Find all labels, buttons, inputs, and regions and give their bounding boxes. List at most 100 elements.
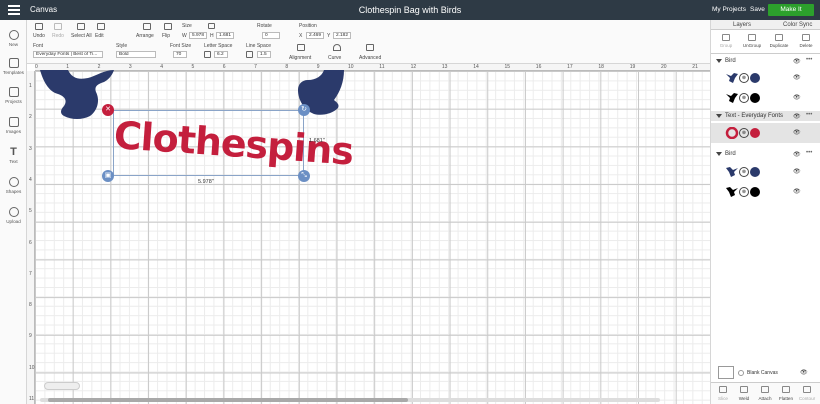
- blank-canvas-row[interactable]: Blank Canvas 👁: [718, 366, 818, 380]
- edit-icon[interactable]: [97, 23, 105, 30]
- collapse-caret-icon[interactable]: [716, 59, 722, 63]
- text-thumb-icon: [725, 127, 739, 139]
- ruler-top: 0 1 2 3 4 5 6 7 8 9 10 11 12 13 14 15 16 17 18 19 20 21: [35, 64, 710, 71]
- ruler-tick-label: 5: [29, 208, 32, 215]
- sidebar-new[interactable]: New: [0, 30, 27, 47]
- curve-icon[interactable]: [333, 44, 341, 51]
- group-button[interactable]: Group: [713, 34, 739, 48]
- alignment-button[interactable]: Alignment: [289, 55, 311, 61]
- operation-icon[interactable]: ⊗: [739, 167, 749, 177]
- rotate-handle-icon[interactable]: ↻: [298, 104, 310, 116]
- sidebar-projects[interactable]: Projects: [0, 87, 27, 104]
- arrange-button[interactable]: Arrange: [136, 33, 154, 39]
- sidebar-templates[interactable]: Templates: [0, 58, 27, 75]
- eye-icon[interactable]: 👁: [793, 113, 801, 120]
- sidebar-images[interactable]: Images: [0, 117, 27, 134]
- letter-space-input[interactable]: 6.2: [214, 51, 228, 58]
- select-all-icon[interactable]: [77, 23, 85, 30]
- more-icon[interactable]: •••: [806, 150, 812, 156]
- tab-layers[interactable]: Layers: [733, 22, 751, 28]
- edit-button[interactable]: Edit: [95, 33, 104, 39]
- color-swatch[interactable]: [750, 187, 760, 197]
- make-it-button[interactable]: Make It: [768, 4, 814, 16]
- line-space-input[interactable]: 1.5: [257, 51, 271, 58]
- advanced-icon[interactable]: [366, 44, 374, 51]
- layer-row[interactable]: ⊗ 👁: [711, 162, 820, 182]
- slice-button[interactable]: Slice: [713, 386, 733, 401]
- collapse-caret-icon[interactable]: [716, 152, 722, 156]
- canvas-swatch[interactable]: [718, 366, 734, 379]
- layer-row[interactable]: ⊗ 👁: [711, 68, 820, 88]
- horizontal-scrollbar[interactable]: [40, 398, 660, 402]
- more-icon[interactable]: •••: [806, 112, 812, 118]
- color-swatch[interactable]: [750, 73, 760, 83]
- sidebar-text[interactable]: T Text: [0, 147, 27, 165]
- eye-icon[interactable]: 👁: [793, 58, 801, 65]
- attach-button[interactable]: Attach: [755, 386, 775, 401]
- save-button[interactable]: Save: [750, 6, 765, 13]
- undo-icon[interactable]: [35, 23, 43, 30]
- ungroup-button[interactable]: UnGroup: [739, 34, 765, 48]
- y-input[interactable]: 2.182: [333, 32, 351, 39]
- color-swatch[interactable]: [750, 128, 760, 138]
- hamburger-menu-icon[interactable]: [8, 5, 20, 15]
- curve-button[interactable]: Curve: [328, 55, 341, 61]
- sidebar-upload[interactable]: Upload: [0, 207, 27, 224]
- eye-off-icon[interactable]: 👁: [800, 369, 808, 376]
- my-projects-link[interactable]: My Projects: [712, 6, 746, 13]
- arrange-icon[interactable]: [143, 23, 151, 30]
- eye-icon[interactable]: 👁: [793, 168, 801, 175]
- delete-button[interactable]: Delete: [793, 34, 819, 48]
- weld-button[interactable]: Weld: [734, 386, 754, 401]
- eye-icon[interactable]: 👁: [793, 188, 801, 195]
- font-label: Font: [33, 43, 44, 49]
- layer-group-text[interactable]: Text - Everyday Fonts 👁 •••: [711, 111, 820, 121]
- ruler-tick-label: 16: [535, 64, 542, 70]
- rotate-input[interactable]: 0: [262, 32, 280, 39]
- x-input[interactable]: 2.469: [306, 32, 324, 39]
- delete-handle-icon[interactable]: ✕: [102, 104, 114, 116]
- flip-icon[interactable]: [164, 23, 172, 30]
- flip-button[interactable]: Flip: [162, 33, 170, 39]
- advanced-button[interactable]: Advanced: [359, 55, 381, 61]
- eye-icon[interactable]: 👁: [793, 151, 801, 158]
- more-icon[interactable]: •••: [806, 57, 812, 63]
- font-size-input[interactable]: 70: [173, 51, 187, 58]
- collapse-caret-icon[interactable]: [716, 114, 722, 118]
- zoom-control[interactable]: [44, 382, 80, 390]
- tab-color-sync[interactable]: Color Sync: [783, 22, 812, 28]
- operation-icon[interactable]: ⊗: [739, 73, 749, 83]
- alignment-icon[interactable]: [297, 44, 305, 51]
- operation-icon[interactable]: ⊗: [739, 93, 749, 103]
- lock-icon[interactable]: [208, 23, 215, 29]
- style-select[interactable]: Bold: [116, 51, 156, 58]
- duplicate-button[interactable]: Duplicate: [766, 34, 792, 48]
- width-input[interactable]: 5.978: [189, 32, 207, 39]
- select-all-button[interactable]: Select All: [71, 33, 92, 39]
- redo-button[interactable]: Redo: [52, 33, 64, 39]
- color-swatch[interactable]: [750, 167, 760, 177]
- layer-row[interactable]: ⊗ 👁: [711, 123, 820, 143]
- layer-group-bird-1[interactable]: Bird 👁 •••: [711, 56, 820, 66]
- ruler-tick-label: 9: [29, 333, 32, 340]
- layer-group-bird-2[interactable]: Bird 👁 •••: [711, 149, 820, 159]
- eye-icon[interactable]: 👁: [793, 94, 801, 101]
- color-swatch[interactable]: [750, 93, 760, 103]
- lock-handle-icon[interactable]: ▣: [102, 170, 114, 182]
- layer-row[interactable]: ⊗ 👁: [711, 88, 820, 108]
- operation-icon[interactable]: ⊗: [739, 128, 749, 138]
- operation-icon[interactable]: ⊗: [739, 187, 749, 197]
- contour-button[interactable]: Contour: [797, 386, 817, 401]
- eye-icon[interactable]: 👁: [793, 74, 801, 81]
- radio-icon[interactable]: [738, 370, 744, 376]
- height-input[interactable]: 1.681: [216, 32, 234, 39]
- sidebar-shapes[interactable]: Shapes: [0, 177, 27, 194]
- undo-button[interactable]: Undo: [33, 33, 45, 39]
- layer-row[interactable]: ⊗ 👁: [711, 182, 820, 202]
- bird-thumb-icon: [726, 93, 738, 103]
- eye-icon[interactable]: 👁: [793, 129, 801, 136]
- resize-handle-icon[interactable]: ⤡: [298, 170, 310, 182]
- font-select[interactable]: Everyday Fonts | Best of Ti...: [33, 51, 103, 58]
- layers-panel: Layers Color Sync Group UnGroup Duplicat…: [710, 20, 820, 404]
- flatten-button[interactable]: Flatten: [776, 386, 796, 401]
